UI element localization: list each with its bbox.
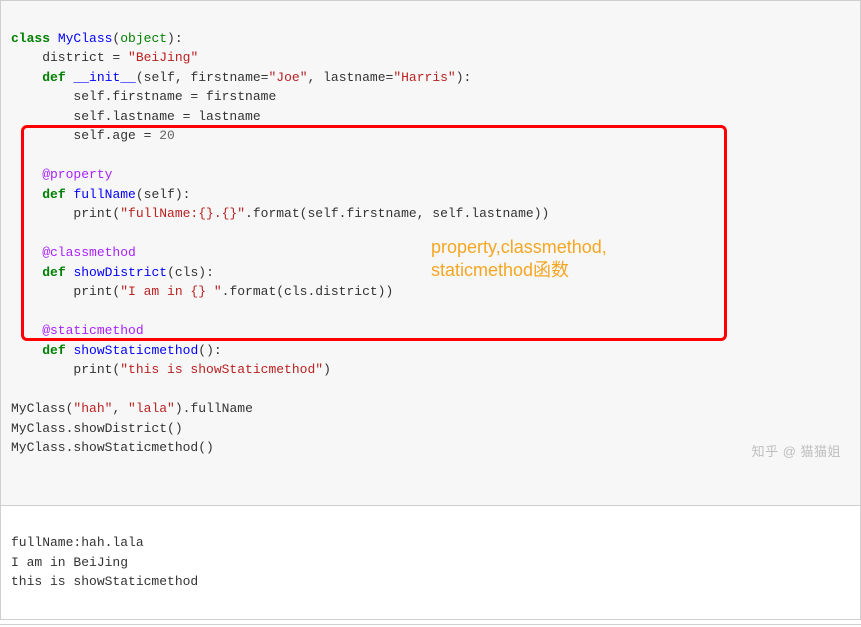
code-text: self.age = [11, 128, 159, 143]
indent [11, 187, 42, 202]
string-literal: "Harris" [393, 70, 455, 85]
string-literal: "this is showStaticmethod" [120, 362, 323, 377]
keyword-def: def [42, 343, 73, 358]
code-text: print( [11, 284, 120, 299]
code-line: MyClass.showDistrict() [11, 421, 183, 436]
params: (self, firstname= [136, 70, 269, 85]
code-line: MyClass.showStaticmethod() [11, 440, 214, 455]
watermark-text: 知乎 @ 猫猫姐 [752, 442, 841, 462]
code-line: self.lastname = lastname [11, 109, 261, 124]
annotation-line2: staticmethod函数 [431, 260, 569, 280]
output-line: I am in BeiJing [11, 555, 136, 570]
output-line: this is showStaticmethod [11, 574, 198, 589]
string-literal: "hah" [73, 401, 112, 416]
keyword-def: def [42, 265, 73, 280]
code-text: district = [11, 50, 128, 65]
string-literal: "BeiJing" [128, 50, 198, 65]
code-cell: class MyClass( object): district = "BeiJi… [0, 0, 861, 506]
string-literal: "Joe" [268, 70, 307, 85]
class-name: MyClass [58, 31, 113, 46]
keyword-def: def [42, 187, 73, 202]
indent [11, 343, 42, 358]
annotation-line1: property,classmethod, [431, 237, 607, 257]
function-showstatic: showStaticmethod [73, 343, 198, 358]
string-literal: "I am in {} " [120, 284, 221, 299]
function-showdistrict: showDistrict [73, 265, 167, 280]
decorator-staticmethod: @staticmethod [11, 323, 144, 338]
decorator-property: @property [11, 167, 112, 182]
code-text: ).fullName [175, 401, 253, 416]
annotation-text: property,classmethod, staticmethod函数 [431, 236, 691, 283]
keyword-def: def [42, 70, 73, 85]
highlight-box [21, 125, 727, 341]
comma: , [112, 401, 128, 416]
code-text: .format(cls.district)) [222, 284, 394, 299]
params: (): [198, 343, 221, 358]
code-text: ) [323, 362, 331, 377]
code-text: print( [11, 362, 120, 377]
code-line: self.firstname = firstname [11, 89, 276, 104]
indent [11, 70, 42, 85]
string-literal: "fullName:{}.{}" [120, 206, 245, 221]
code-text: MyClass( [11, 401, 73, 416]
function-init: __init__ [73, 70, 135, 85]
colon: ): [167, 31, 183, 46]
output-cell: fullName:hah.lala I am in BeiJing this i… [0, 506, 861, 621]
comma: , lastname= [308, 70, 394, 85]
params: (self): [136, 187, 191, 202]
number-literal: 20 [159, 128, 175, 143]
code-text: print( [11, 206, 120, 221]
params: (cls): [167, 265, 214, 280]
keyword-class: class [11, 31, 58, 46]
indent [11, 265, 42, 280]
decorator-classmethod: @classmethod [11, 245, 136, 260]
builtin-object: object [120, 31, 167, 46]
string-literal: "lala" [128, 401, 175, 416]
output-line: fullName:hah.lala [11, 535, 144, 550]
function-fullname: fullName [73, 187, 135, 202]
code-text: .format(self.firstname, self.lastname)) [245, 206, 549, 221]
paren-close: ): [456, 70, 472, 85]
